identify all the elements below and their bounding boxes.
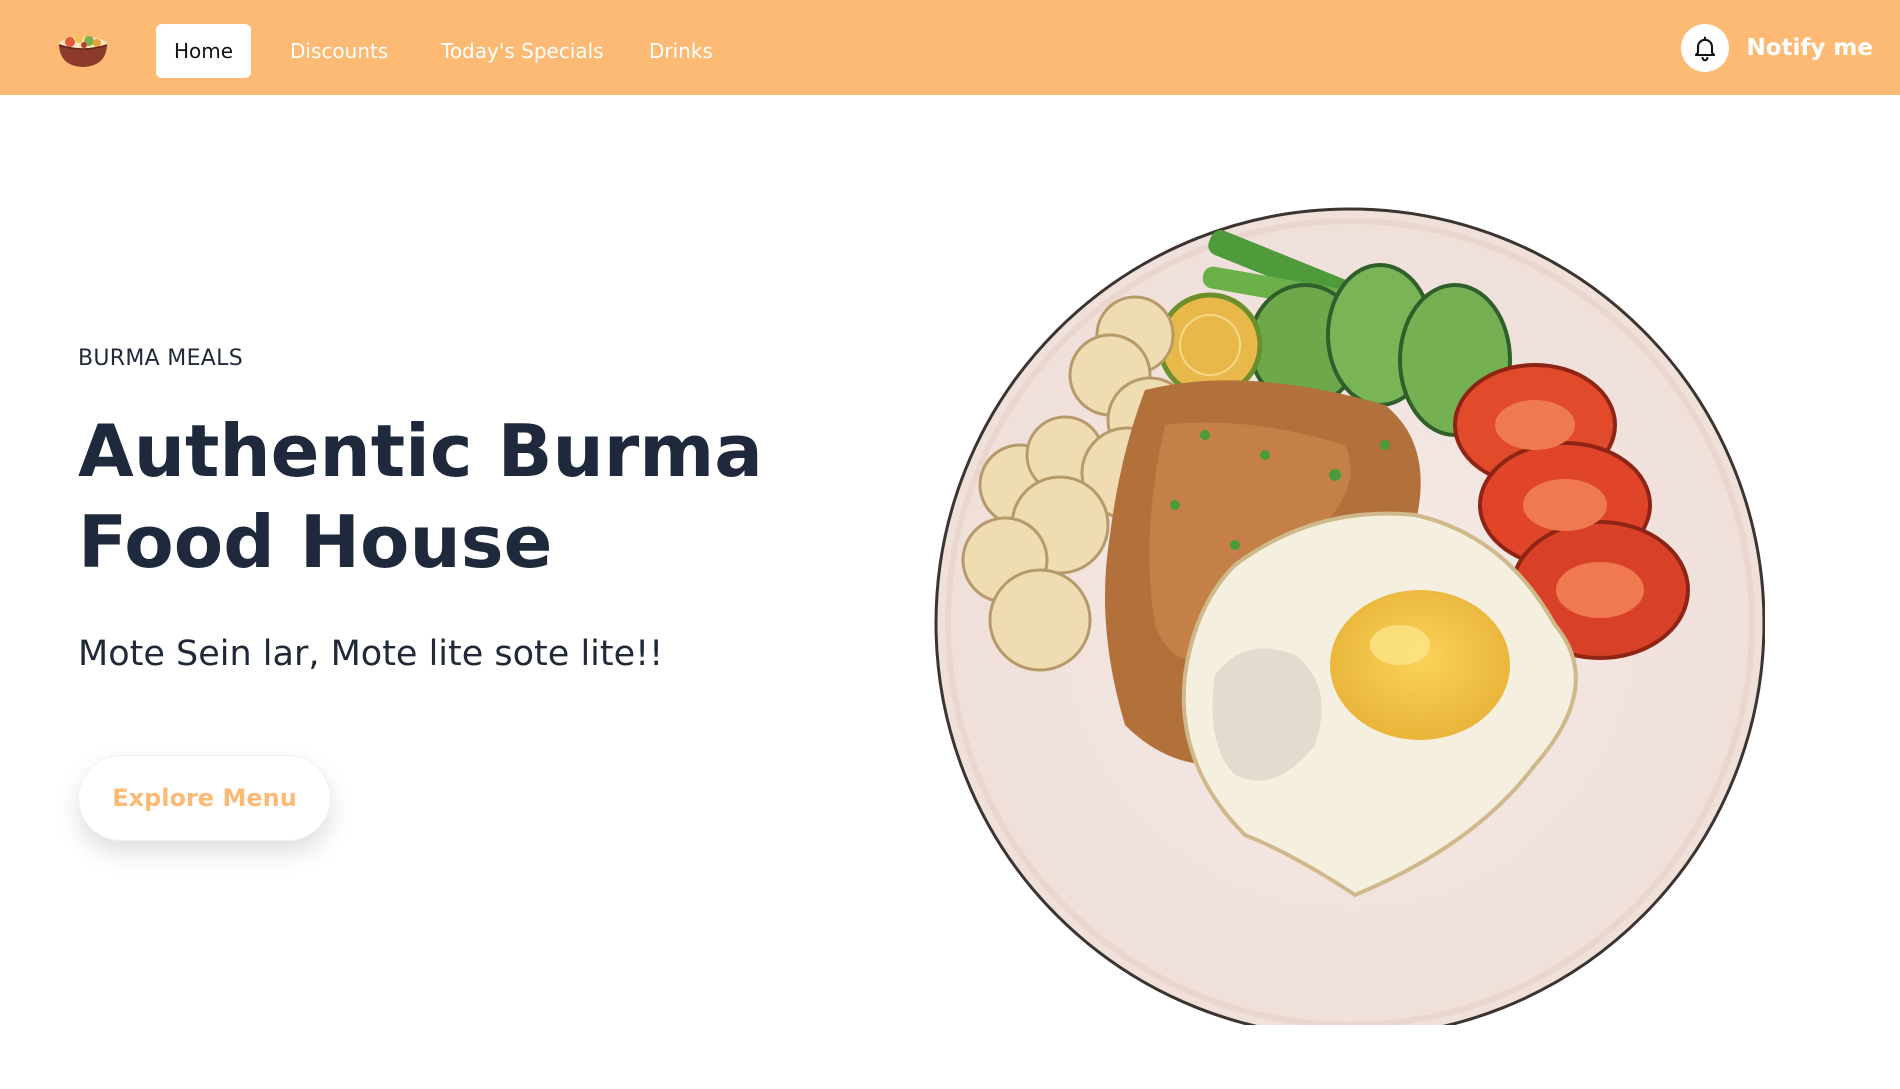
- food-bowl-icon[interactable]: [56, 30, 110, 70]
- notify-me-button[interactable]: Notify me: [1680, 24, 1874, 72]
- nav-drinks-link[interactable]: Drinks: [649, 24, 713, 78]
- hero-title-line-2: Food House: [78, 500, 553, 584]
- bell-icon[interactable]: [1680, 24, 1729, 72]
- hero-subtitle: Mote Sein lar, Mote lite sote lite!!: [78, 634, 664, 674]
- nav-todays-specials-link[interactable]: Today's Specials: [441, 24, 604, 78]
- top-navbar: Home Discounts Today's Specials Drinks N…: [0, 0, 1900, 95]
- hero-eyebrow: BURMA MEALS: [78, 346, 243, 371]
- explore-menu-button[interactable]: Explore Menu: [78, 755, 331, 841]
- nav-home-link[interactable]: Home: [156, 24, 252, 78]
- notify-me-label: Notify me: [1746, 35, 1874, 61]
- hero-title-line-1: Authentic Burma: [78, 409, 763, 493]
- hero-title: Authentic Burma Food House: [78, 406, 778, 588]
- nav-discounts-link[interactable]: Discounts: [290, 24, 388, 78]
- fried-rice-plate-illustration: [915, 205, 1766, 1039]
